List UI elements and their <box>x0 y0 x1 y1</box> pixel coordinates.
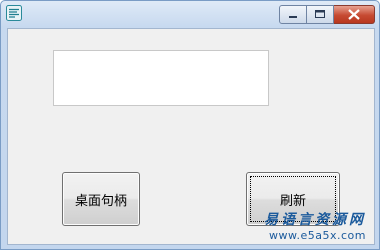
caption-buttons <box>279 5 375 24</box>
output-textbox[interactable] <box>53 50 269 106</box>
close-icon <box>348 9 360 20</box>
refresh-label: 刷新 <box>279 193 306 209</box>
app-window: 桌面句柄 刷新 易语言资源网 www.e5a5x.com <box>0 0 380 250</box>
client-area: 桌面句柄 刷新 易语言资源网 www.e5a5x.com <box>7 28 375 245</box>
watermark-title: 易语言资源网 <box>264 212 366 228</box>
minimize-icon <box>289 16 297 18</box>
close-button[interactable] <box>334 5 375 24</box>
desktop-handle-button[interactable]: 桌面句柄 <box>62 172 140 226</box>
watermark: 易语言资源网 www.e5a5x.com <box>264 209 366 242</box>
app-window-icon <box>6 5 22 21</box>
maximize-icon <box>315 10 325 18</box>
maximize-button[interactable] <box>307 5 334 24</box>
minimize-button[interactable] <box>279 5 307 24</box>
watermark-url: www.e5a5x.com <box>269 229 366 242</box>
title-bar[interactable] <box>1 1 379 27</box>
desktop-handle-label: 桌面句柄 <box>74 193 127 209</box>
